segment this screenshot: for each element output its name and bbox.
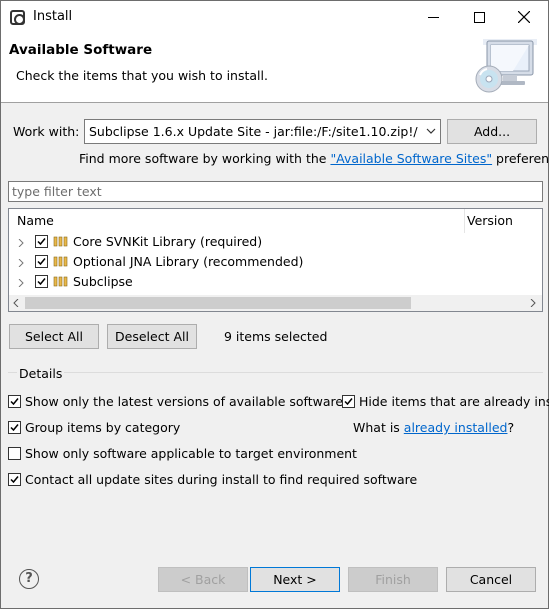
close-icon — [518, 11, 530, 23]
tree-row[interactable]: Optional JNA Library (recommended) — [9, 253, 542, 273]
what-is-prefix: What is — [353, 420, 404, 435]
checkbox-box[interactable] — [8, 473, 21, 486]
find-more-text: Find more software by working with the "… — [79, 151, 549, 166]
select-all-button[interactable]: Select All — [9, 324, 99, 349]
checkbox-label: Hide items that are already insta — [359, 394, 549, 409]
row-checkbox[interactable] — [35, 255, 48, 268]
page-description: Check the items that you wish to install… — [16, 68, 268, 83]
checkmark-icon — [37, 278, 46, 286]
maximize-button[interactable] — [456, 1, 502, 33]
checkmark-icon — [344, 398, 353, 406]
eclipse-app-icon — [10, 10, 25, 25]
feature-group-icon — [53, 236, 68, 247]
column-divider[interactable] — [464, 209, 465, 233]
checkbox-label: Show only the latest versions of availab… — [25, 394, 344, 409]
checkbox-label: Group items by category — [25, 420, 181, 435]
available-software-sites-link[interactable]: "Available Software Sites" — [330, 151, 492, 166]
work-with-combo[interactable]: Subclipse 1.6.x Update Site - jar:file:/… — [84, 119, 441, 144]
contact-update-sites-checkbox[interactable]: Contact all update sites during install … — [8, 472, 417, 487]
row-checkbox[interactable] — [35, 275, 48, 288]
back-button[interactable]: < Back — [158, 567, 248, 592]
maximize-icon — [473, 11, 485, 23]
checkmark-icon — [10, 398, 19, 406]
add-site-button[interactable]: Add... — [447, 119, 537, 144]
items-selected-count: 9 items selected — [224, 329, 328, 344]
row-label: Optional JNA Library (recommended) — [73, 254, 304, 269]
checkbox-box[interactable] — [342, 395, 355, 408]
title-bar: Install — [1, 1, 548, 33]
cancel-button[interactable]: Cancel — [446, 567, 536, 592]
tree-row[interactable]: Subclipse — [9, 273, 542, 293]
checkmark-icon — [10, 476, 19, 484]
row-checkbox[interactable] — [35, 235, 48, 248]
window-title: Install — [33, 9, 73, 24]
tree-header: Name Version — [9, 209, 542, 233]
row-label: Core SVNKit Library (required) — [73, 234, 263, 249]
feature-group-icon — [53, 256, 68, 267]
page-title: Available Software — [9, 42, 153, 58]
minimize-icon — [427, 16, 439, 18]
checkbox-label: Show only software applicable to target … — [25, 446, 357, 461]
what-is-suffix: ? — [507, 420, 515, 435]
checkbox-box[interactable] — [8, 395, 21, 408]
checkbox-box[interactable] — [8, 447, 21, 460]
scroll-right-icon[interactable] — [529, 299, 537, 307]
install-computer-icon — [475, 39, 537, 93]
hide-installed-checkbox[interactable]: Hide items that are already insta — [342, 394, 549, 409]
checkbox-label: Contact all update sites during install … — [25, 472, 418, 487]
scrollbar-thumb[interactable] — [25, 297, 411, 309]
checkbox-box[interactable] — [8, 421, 21, 434]
chevron-right-icon[interactable] — [17, 239, 25, 247]
minimize-button[interactable] — [410, 1, 456, 33]
software-tree[interactable]: Name Version Core SVNKit Library (requir… — [8, 208, 543, 312]
filter-input[interactable] — [9, 182, 542, 201]
checkmark-icon — [10, 424, 19, 432]
work-with-value: Subclipse 1.6.x Update Site - jar:file:/… — [89, 124, 418, 139]
column-header-name[interactable]: Name — [17, 213, 54, 228]
work-with-label: Work with: — [13, 124, 80, 139]
checkmark-icon — [37, 258, 46, 266]
tree-row[interactable]: Core SVNKit Library (required) — [9, 233, 542, 253]
chevron-right-icon[interactable] — [17, 279, 25, 287]
details-label: Details — [17, 366, 65, 381]
column-header-version[interactable]: Version — [467, 213, 513, 228]
chevron-down-icon — [426, 128, 436, 134]
feature-group-icon — [53, 276, 68, 287]
latest-versions-checkbox[interactable]: Show only the latest versions of availab… — [8, 394, 343, 409]
help-icon[interactable]: ? — [19, 569, 39, 589]
horizontal-scrollbar[interactable] — [9, 295, 542, 311]
checkmark-icon — [37, 238, 46, 246]
row-label: Subclipse — [73, 274, 133, 289]
find-more-prefix: Find more software by working with the — [79, 151, 331, 166]
target-environment-checkbox[interactable]: Show only software applicable to target … — [8, 446, 357, 461]
next-button[interactable]: Next > — [250, 567, 340, 592]
group-by-category-checkbox[interactable]: Group items by category — [8, 420, 180, 435]
already-installed-link[interactable]: already installed — [404, 420, 508, 435]
install-dialog: Install Available Software Check the ite… — [0, 0, 549, 609]
what-is-installed-text: What is already installed? — [353, 420, 514, 435]
close-button[interactable] — [501, 1, 547, 33]
filter-field[interactable] — [8, 181, 543, 202]
header-banner: Available Software Check the items that … — [1, 33, 548, 103]
scroll-left-icon[interactable] — [12, 299, 20, 307]
deselect-all-button[interactable]: Deselect All — [107, 324, 197, 349]
finish-button[interactable]: Finish — [348, 567, 438, 592]
find-more-suffix: preferences. — [496, 151, 549, 166]
chevron-right-icon[interactable] — [17, 259, 25, 267]
